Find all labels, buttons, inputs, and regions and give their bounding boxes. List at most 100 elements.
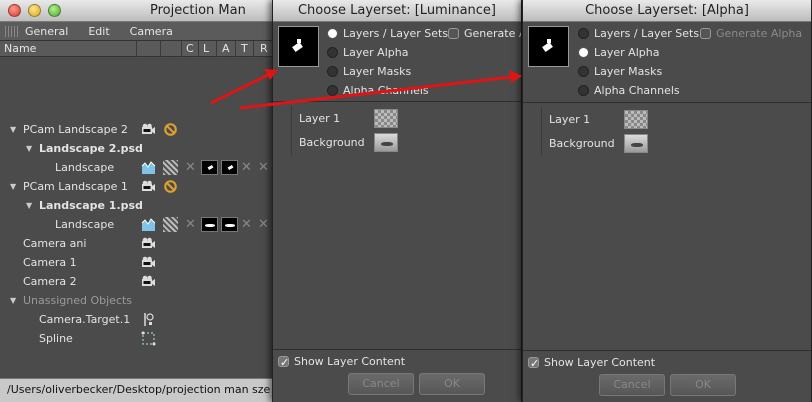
radio-icon[interactable] [578,28,589,39]
dialog-title: Choose Layerset: [Alpha] [585,3,749,18]
tree-row-landscape-1-psd[interactable]: ▼ Landscape 1.psd [0,196,287,215]
column-r[interactable]: R [260,42,268,55]
tree-row-camera-2[interactable]: Camera 2 [0,272,287,291]
tree-label: Spline [39,332,73,345]
disclosure-arrow-icon[interactable]: ▼ [10,120,16,139]
hatched-icon[interactable] [163,217,178,232]
close-window-icon[interactable] [8,4,21,17]
camera-icon [142,256,155,267]
show-content-label: Show Layer Content [544,356,656,369]
luminance-thumbnail-icon[interactable] [201,160,218,175]
option-label: Layer Masks [343,65,412,78]
camera-icon [142,275,155,286]
window-title: Projection Man [150,3,246,18]
x-icon[interactable]: ✕ [258,215,269,234]
dialog-titlebar[interactable]: Choose Layerset: [Alpha] [523,0,811,22]
layer-preview-image [278,26,319,67]
window-titlebar[interactable]: Projection Man [0,0,287,22]
column-header: Name C L A T R [0,41,287,57]
x-icon[interactable]: ✕ [241,158,252,177]
luminance-thumbnail-icon[interactable] [201,217,218,232]
background-thumbnail-icon [374,133,398,152]
radio-icon[interactable] [327,85,338,96]
minimize-window-icon[interactable] [28,4,41,17]
menu-general[interactable]: General [25,25,68,38]
zoom-window-icon[interactable] [48,4,61,17]
checkbox-icon[interactable] [448,28,459,39]
tree-row-unassigned-objects[interactable]: ▼ Unassigned Objects [0,291,287,310]
radio-icon[interactable] [578,85,589,96]
layer-label: Layer 1 [299,112,341,125]
column-c[interactable]: C [186,42,194,55]
ok-button[interactable]: OK [419,373,485,395]
target-icon [144,313,154,326]
column-name[interactable]: Name [4,42,36,55]
disclosure-arrow-icon[interactable]: ▼ [26,196,32,215]
layer-row-layer-1[interactable]: Layer 1 [523,107,811,132]
tree-row-pcam-landscape-2[interactable]: ▼ PCam Landscape 2 [0,120,287,139]
layer-row-layer-1[interactable]: Layer 1 [273,106,521,131]
layer-preview-image [528,26,569,67]
tree-row-landscape-2-psd[interactable]: ▼ Landscape 2.psd [0,139,287,158]
checkbox-checked-icon[interactable] [278,354,289,372]
generate-label: Generate Alpha [716,27,803,40]
disclosure-arrow-icon[interactable]: ▼ [10,177,16,196]
layerset-dialog-alpha: Choose Layerset: [Alpha] Layers / Layer … [522,0,812,402]
radio-icon[interactable] [578,66,589,77]
option-label: Layer Alpha [594,46,660,59]
camera-icon [142,123,155,134]
tree-row-landscape-a[interactable]: Landscape ✕ ✕ ✕ [0,158,287,177]
menubar: General Edit Camera [0,22,287,41]
menu-edit[interactable]: Edit [88,25,109,38]
tree-label: Landscape 2.psd [39,142,143,155]
dialog-titlebar[interactable]: Choose Layerset: [Luminance] [273,0,521,22]
spline-icon [141,331,156,346]
projection-man-window: Projection Man General Edit Camera Name … [0,0,288,402]
option-label: Layer Alpha [343,46,409,59]
radio-selected-icon[interactable] [327,28,338,39]
grip-icon[interactable] [5,25,19,37]
dialog-title: Choose Layerset: [Luminance] [297,3,496,18]
layer-row-background[interactable]: Background [273,130,521,155]
tree-row-camera-ani[interactable]: Camera ani [0,234,287,253]
layer-label: Layer 1 [549,113,591,126]
tree-row-spline[interactable]: Spline [0,329,287,348]
x-icon[interactable]: ✕ [258,158,269,177]
tree-label: Camera.Target.1 [39,313,131,326]
radio-icon[interactable] [327,47,338,58]
menu-camera[interactable]: Camera [130,25,173,38]
layer-list[interactable]: Layer 1 Background [273,101,521,350]
disabled-icon[interactable] [163,122,178,137]
cancel-button[interactable]: Cancel [348,373,414,395]
layer-list[interactable]: Layer 1 Background [523,102,811,351]
column-t[interactable]: T [241,42,248,55]
tree-row-camera-1[interactable]: Camera 1 [0,253,287,272]
tree-label: Camera 2 [23,275,77,288]
tree-label: Camera ani [23,237,87,250]
radio-icon[interactable] [327,66,338,77]
transparent-thumbnail-icon [624,110,648,129]
column-a[interactable]: A [222,42,230,55]
radio-selected-icon[interactable] [578,47,589,58]
ok-button[interactable]: OK [670,374,736,396]
x-icon[interactable]: ✕ [241,215,252,234]
generate-label: Generate A [464,27,522,40]
layer-row-background[interactable]: Background [523,131,811,156]
tree-row-landscape-b[interactable]: Landscape ✕ ✕ ✕ [0,215,287,234]
cancel-button[interactable]: Cancel [599,374,665,396]
tree-label: PCam Landscape 2 [23,123,128,136]
disabled-icon[interactable] [163,179,178,194]
x-icon[interactable]: ✕ [185,215,196,234]
column-l[interactable]: L [203,42,209,55]
show-content-label: Show Layer Content [294,355,406,368]
disclosure-arrow-icon[interactable]: ▼ [10,291,16,310]
disclosure-arrow-icon[interactable]: ▼ [26,139,32,158]
tree-label: Landscape [55,218,115,231]
alpha-thumbnail-icon[interactable] [221,160,238,175]
alpha-thumbnail-icon[interactable] [221,217,238,232]
checkbox-checked-icon[interactable] [528,355,539,373]
x-icon[interactable]: ✕ [185,158,196,177]
tree-row-pcam-landscape-1[interactable]: ▼ PCam Landscape 1 [0,177,287,196]
tree-row-camera-target-1[interactable]: Camera.Target.1 [0,310,287,329]
hatched-icon[interactable] [163,160,178,175]
